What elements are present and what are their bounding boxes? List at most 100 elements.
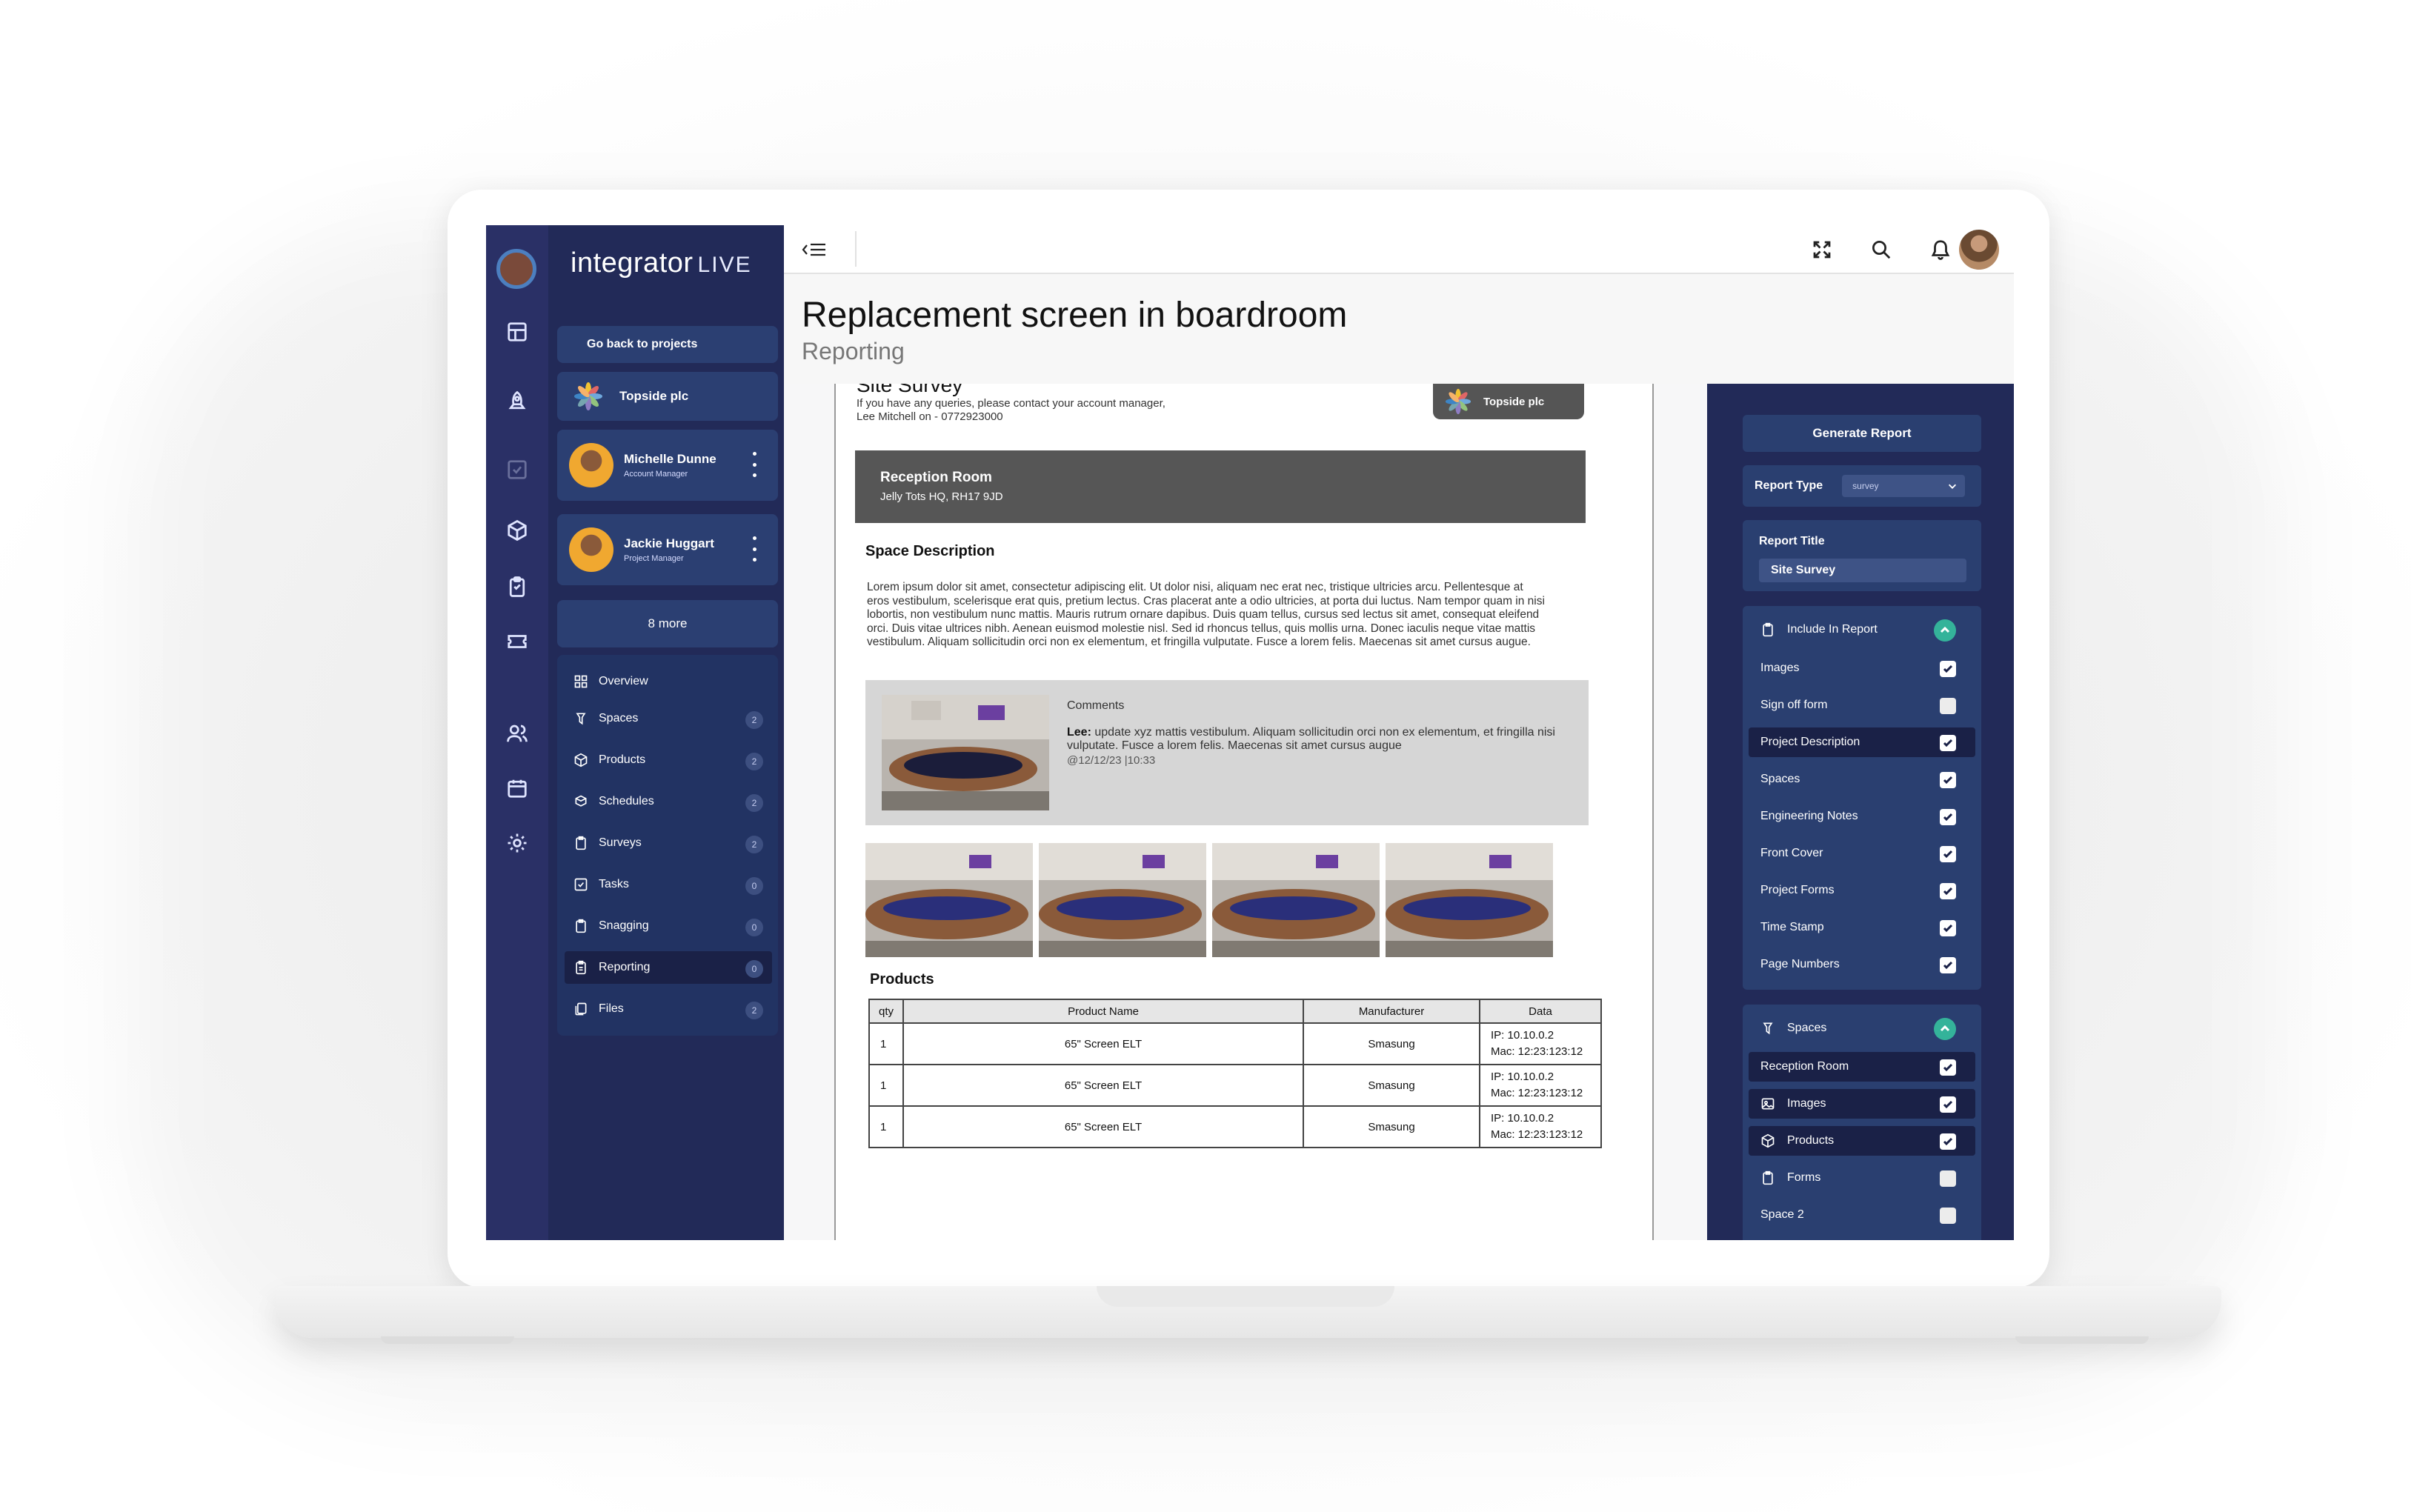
nav-label: Surveys [599, 836, 642, 849]
calendar-icon[interactable] [502, 773, 532, 803]
manufacturer-cell: Smasung [1303, 1022, 1480, 1065]
checkbox-checked[interactable] [1940, 846, 1956, 862]
person-card[interactable]: Michelle Dunne Account Manager [557, 430, 778, 501]
gallery-photo[interactable] [1039, 843, 1206, 957]
chevron-up-icon[interactable] [1934, 619, 1956, 642]
mac-value: Mac: 12:23:123:12 [1491, 1128, 1583, 1141]
checkbox-unchecked[interactable] [1940, 1208, 1956, 1224]
nav-label: Reporting [599, 961, 651, 973]
go-back-label: Go back to projects [587, 338, 698, 350]
checkbox-checked[interactable] [1940, 772, 1956, 788]
gallery-photo[interactable] [1212, 843, 1380, 957]
spaces-heading: Spaces [1787, 1022, 1827, 1034]
dashboard-icon[interactable] [502, 317, 532, 347]
space-option-images[interactable]: Images [1749, 1089, 1975, 1119]
person-name: Jackie Huggart [624, 536, 714, 550]
checkbox-unchecked[interactable] [1940, 1170, 1956, 1187]
include-section-header[interactable]: Include In Report [1749, 615, 1975, 645]
generate-report-button[interactable]: Generate Report [1743, 415, 1981, 452]
clipboard-icon[interactable] [502, 572, 532, 602]
person-card[interactable]: Jackie Huggart Project Manager [557, 514, 778, 585]
top-bar [784, 225, 2014, 274]
comment-box: Comments Lee: update xyz mattis vestibul… [865, 680, 1589, 825]
report-type-select[interactable]: survey [1842, 475, 1966, 497]
nav-item-files[interactable]: Files 2 [565, 993, 772, 1025]
qty-cell: 1 [868, 1105, 904, 1148]
space-option-products[interactable]: Products [1749, 1126, 1975, 1156]
option-label: Images [1760, 662, 1800, 674]
include-option-page-numbers[interactable]: Page Numbers [1749, 950, 1975, 979]
bell-icon[interactable] [1929, 239, 1953, 262]
checkbox-checked[interactable] [1940, 920, 1956, 936]
checkbox-checked[interactable] [1940, 735, 1956, 751]
mac-value: Mac: 12:23:123:12 [1491, 1087, 1583, 1099]
search-icon[interactable] [1870, 239, 1894, 262]
checkbox-checked[interactable] [1940, 957, 1956, 973]
nav-item-overview[interactable]: Overview [565, 665, 772, 698]
report-type-field: Report Type survey [1743, 465, 1981, 507]
gallery-photo[interactable] [865, 843, 1033, 957]
gallery-photo[interactable] [1386, 843, 1553, 957]
chevron-up-icon[interactable] [1934, 1018, 1956, 1040]
report-icon [576, 960, 586, 975]
option-label: Project Forms [1760, 884, 1835, 896]
report-preview-area[interactable]: Site Survey If you have any queries, ple… [784, 384, 1707, 1240]
kebab-menu-icon[interactable] [753, 536, 757, 562]
app-screen: integrator LIVE Go back to projects Tops… [486, 225, 2014, 1240]
nav-item-spaces[interactable]: Spaces 2 [565, 702, 772, 735]
spaces-section-header[interactable]: Spaces [1749, 1013, 1975, 1043]
checkbox-checked[interactable] [1940, 1133, 1956, 1150]
client-name: Topside plc [619, 389, 689, 403]
project-nav: Overview Spaces 2 Products 2 Schedules 2 Su… [557, 655, 778, 1036]
collapse-menu-icon[interactable] [802, 239, 827, 261]
space-option-space-2[interactable]: Space 2 [1749, 1200, 1975, 1230]
room-name: Reception Room [880, 470, 992, 485]
person-role: Account Manager [624, 470, 688, 479]
include-option-images[interactable]: Images [1749, 653, 1975, 683]
space-option-forms[interactable]: Forms [1749, 1163, 1975, 1193]
rocket-icon[interactable] [502, 387, 532, 416]
go-back-button[interactable]: Go back to projects [557, 326, 778, 363]
fullscreen-icon[interactable] [1811, 239, 1835, 262]
more-people-button[interactable]: 8 more [557, 600, 778, 647]
nav-item-surveys[interactable]: Surveys 2 [565, 827, 772, 859]
include-option-engineering-notes[interactable]: Engineering Notes [1749, 802, 1975, 831]
user-avatar[interactable] [1959, 230, 1999, 270]
box-icon[interactable] [502, 516, 532, 545]
report-title: Site Survey [857, 384, 963, 396]
app-logo-icon[interactable] [496, 249, 536, 289]
person-name: Michelle Dunne [624, 452, 716, 466]
nav-label: Products [599, 753, 646, 766]
nav-item-tasks[interactable]: Tasks 0 [565, 868, 772, 901]
checkbox-checked[interactable] [1940, 809, 1956, 825]
nav-item-reporting[interactable]: Reporting 0 [565, 951, 772, 984]
include-option-front-cover[interactable]: Front Cover [1749, 839, 1975, 868]
checkbox-checked[interactable] [1940, 1096, 1956, 1113]
include-option-project-forms[interactable]: Project Forms [1749, 876, 1975, 905]
include-option-spaces[interactable]: Spaces [1749, 765, 1975, 794]
checkbox-checked[interactable] [1940, 661, 1956, 677]
check-square-icon[interactable] [502, 455, 532, 484]
include-option-project-description[interactable]: Project Description [1749, 727, 1975, 757]
checkbox-checked[interactable] [1940, 1059, 1956, 1076]
kebab-menu-icon[interactable] [753, 452, 757, 477]
checkbox-checked[interactable] [1940, 883, 1956, 899]
report-title-input[interactable]: Site Survey [1759, 559, 1966, 582]
client-card[interactable]: Topside plc [557, 372, 778, 421]
option-label: Front Cover [1760, 847, 1823, 859]
space-option-reception-room[interactable]: Reception Room [1749, 1052, 1975, 1082]
option-label: Time Stamp [1760, 921, 1824, 933]
clipboard-icon [1763, 1170, 1773, 1185]
checkbox-unchecked[interactable] [1940, 698, 1956, 714]
ticket-icon[interactable] [502, 627, 532, 656]
clipboard-icon [1763, 622, 1773, 637]
include-option-sign-off-form[interactable]: Sign off form [1749, 690, 1975, 720]
product-name-cell: 65" Screen ELT [902, 1105, 1304, 1148]
nav-item-snagging[interactable]: Snagging 0 [565, 910, 772, 942]
nav-item-products[interactable]: Products 2 [565, 744, 772, 776]
users-icon[interactable] [502, 719, 532, 748]
nav-item-schedules[interactable]: Schedules 2 [565, 785, 772, 818]
gear-icon[interactable] [502, 828, 532, 858]
comment-body: update xyz mattis vestibulum. Aliquam so… [1067, 726, 1555, 752]
include-option-time-stamp[interactable]: Time Stamp [1749, 913, 1975, 942]
